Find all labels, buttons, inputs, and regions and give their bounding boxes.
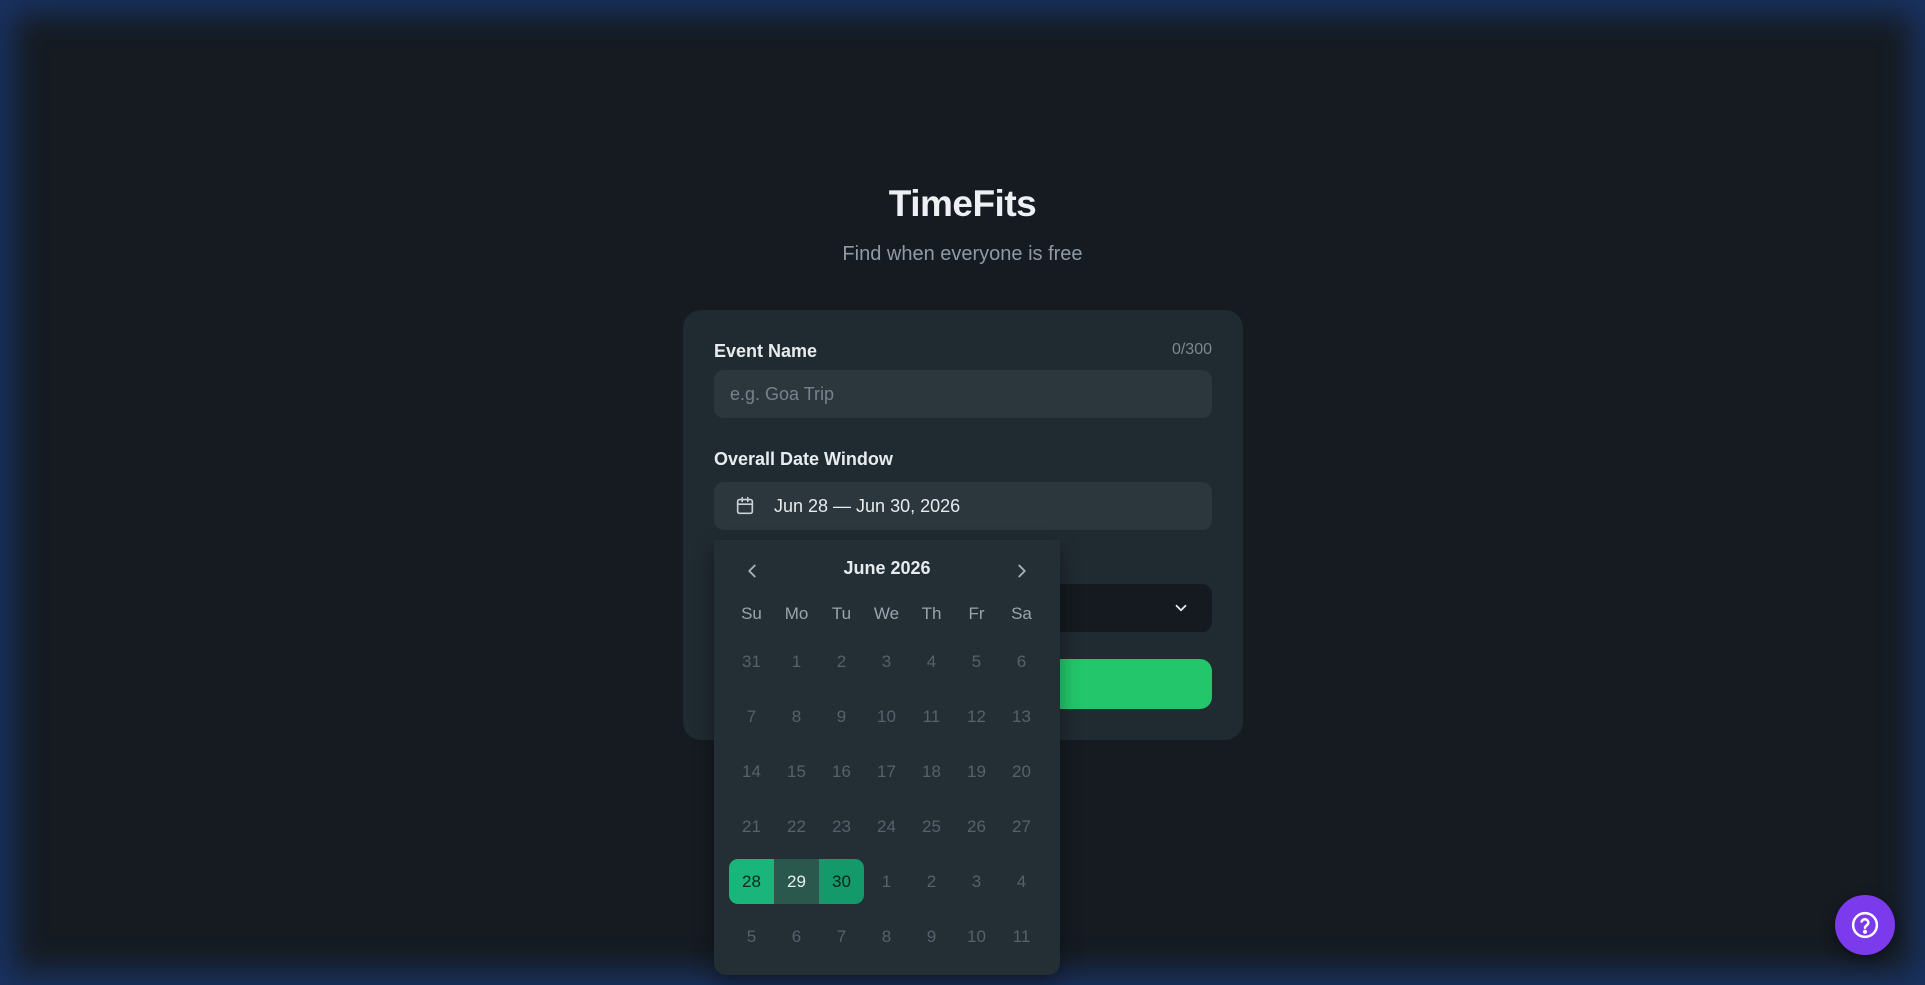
calendar-week: 5 6 7 8 9 10 11 [729,914,1044,959]
calendar-week: 31 1 2 3 4 5 6 [729,639,1044,684]
calendar-month-label: June 2026 [843,558,931,578]
date-window-label: Overall Date Window [714,449,893,469]
date-window-value: Jun 28 — Jun 30, 2026 [774,495,961,516]
calendar-day[interactable]: 26 [954,804,999,849]
calendar-day[interactable]: 1 [864,859,909,904]
calendar-day[interactable]: 20 [999,749,1044,794]
calendar-day[interactable]: 9 [819,694,864,739]
date-picker-popover: June 2026 Su Mo Tu We Th Fr Sa 31 1 2 3 … [714,540,1060,975]
calendar-day[interactable]: 16 [819,749,864,794]
calendar-weekdays: Su Mo Tu We Th Fr Sa [729,604,1044,624]
help-button[interactable] [1835,895,1895,955]
calendar-day[interactable]: 4 [999,859,1044,904]
calendar-week: 28 29 30 1 2 3 4 [729,859,1044,904]
date-window-picker[interactable]: Jun 28 — Jun 30, 2026 [714,482,1212,530]
calendar-day[interactable]: 15 [774,749,819,794]
calendar-day[interactable]: 21 [729,804,774,849]
app-background: TimeFits Find when everyone is free Even… [0,0,1925,985]
event-name-input[interactable] [730,383,1212,405]
app-subtitle: Find when everyone is free [842,243,1083,265]
calendar-day[interactable]: 7 [729,694,774,739]
calendar-day[interactable]: 11 [999,914,1044,959]
calendar-day[interactable]: 8 [774,694,819,739]
chevron-down-icon [1175,604,1187,612]
calendar-day[interactable]: 11 [909,694,954,739]
calendar-day-range-start[interactable]: 28 [729,859,774,904]
calendar-day[interactable]: 3 [864,639,909,684]
calendar-day[interactable]: 1 [774,639,819,684]
weekday-label: Th [921,604,942,623]
calendar-day[interactable]: 3 [954,859,999,904]
calendar-day[interactable]: 7 [819,914,864,959]
calendar-day[interactable]: 23 [819,804,864,849]
calendar-day[interactable]: 2 [819,639,864,684]
calendar-day-in-range[interactable]: 29 [774,859,819,904]
calendar-day[interactable]: 6 [999,639,1044,684]
calendar-day[interactable]: 24 [864,804,909,849]
app-title: TimeFits [888,183,1037,224]
time-select[interactable] [1045,584,1212,632]
calendar-day-range-end[interactable]: 30 [819,859,864,904]
calendar-day[interactable]: 5 [729,914,774,959]
calendar-day[interactable]: 6 [774,914,819,959]
calendar-day[interactable]: 10 [864,694,909,739]
event-name-field[interactable] [714,370,1212,418]
event-name-counter: 0/300 [1171,341,1212,358]
calendar-day[interactable]: 14 [729,749,774,794]
calendar-day[interactable]: 8 [864,914,909,959]
calendar-day[interactable]: 19 [954,749,999,794]
create-event-button[interactable] [1045,659,1212,709]
weekday-label: We [873,604,900,623]
calendar-day[interactable]: 10 [954,914,999,959]
calendar-week: 21 22 23 24 25 26 27 [729,804,1044,849]
calendar-week: 7 8 9 10 11 12 13 [729,694,1044,739]
calendar-day[interactable]: 13 [999,694,1044,739]
calendar-week: 14 15 16 17 18 19 20 [729,749,1044,794]
weekday-label: Mo [784,604,809,623]
calendar-day[interactable]: 18 [909,749,954,794]
event-name-label: Event Name [714,341,818,361]
calendar-day[interactable]: 27 [999,804,1044,849]
calendar-day[interactable]: 9 [909,914,954,959]
calendar-day[interactable]: 12 [954,694,999,739]
weekday-label: Sa [1011,604,1032,623]
weekday-label: Tu [831,604,852,623]
weekday-label: Su [741,604,762,623]
weekday-label: Fr [968,604,985,623]
calendar-day[interactable]: 4 [909,639,954,684]
calendar-day[interactable]: 31 [729,639,774,684]
calendar-day[interactable]: 5 [954,639,999,684]
chevron-right-icon[interactable] [1011,560,1033,582]
calendar-icon [736,496,754,515]
calendar-day[interactable]: 17 [864,749,909,794]
calendar-day[interactable]: 22 [774,804,819,849]
help-icon [1851,911,1879,939]
calendar-day[interactable]: 25 [909,804,954,849]
calendar-day[interactable]: 2 [909,859,954,904]
